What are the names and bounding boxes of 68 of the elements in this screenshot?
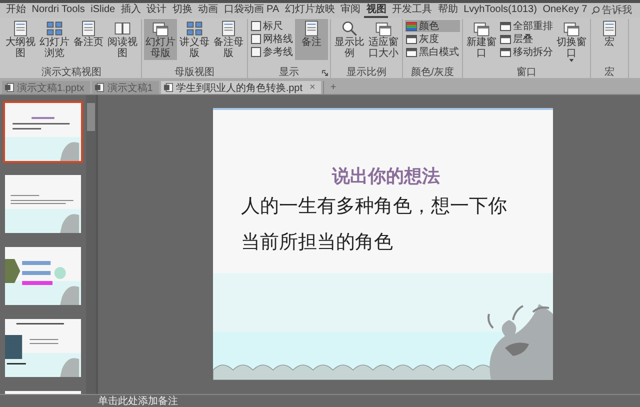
group-label: 演示文稿视图: [42, 66, 102, 79]
ribbon-tab[interactable]: 开始: [4, 3, 28, 18]
checkbox[interactable]: 标尺: [250, 20, 294, 32]
document-tab[interactable]: 学生到职业人的角色转换.ppt ×: [160, 81, 322, 94]
page-icon: [12, 20, 29, 37]
group-label: 窗口: [516, 66, 536, 79]
group-label: 颜色/灰度: [411, 66, 454, 79]
grid-icon: [186, 20, 203, 37]
ribbon-button[interactable]: 备注: [295, 19, 328, 60]
notes-field[interactable]: 单击此处添加备注: [98, 395, 218, 407]
close-button[interactable]: ×: [310, 82, 316, 93]
ribbon-button[interactable]: 显示比例: [333, 19, 366, 60]
group-label: 母版视图: [174, 66, 214, 79]
ribbon-button[interactable]: 备注页: [72, 19, 105, 60]
slide-thumbnail[interactable]: [3, 245, 83, 307]
ribbon-button[interactable]: 全部重排: [499, 20, 554, 32]
ribbon-tab[interactable]: 审阅: [338, 3, 363, 18]
slide-title: 说出你的想法: [330, 165, 441, 188]
scrollbar[interactable]: [86, 95, 96, 394]
group-label: 显示: [279, 66, 299, 79]
ribbon-button[interactable]: 移动拆分: [499, 46, 554, 58]
page-icon: [601, 20, 618, 37]
ribbon-button[interactable]: 颜色: [405, 20, 460, 32]
group-label: 宏: [604, 66, 614, 79]
ribbon-button[interactable]: 适应窗口大小: [367, 19, 400, 60]
ribbon-tab[interactable]: 动画: [196, 3, 220, 18]
dialog-launcher-icon[interactable]: [322, 70, 328, 76]
ribbon-tab[interactable]: 插入: [118, 3, 143, 18]
slide-thumbnail[interactable]: [3, 101, 83, 163]
ribbon-button[interactable]: 黑白模式: [405, 46, 460, 58]
page-icon: [220, 20, 237, 37]
ribbon-button[interactable]: 讲义母版: [178, 19, 211, 60]
ribbon-button[interactable]: 新建窗口: [465, 19, 498, 60]
ribbon-button[interactable]: 幻灯片浏览: [38, 19, 71, 60]
ribbon-button[interactable]: 备注母版: [212, 19, 245, 60]
ribbon-button[interactable]: 切换窗口: [555, 19, 588, 62]
document-icon: [95, 83, 104, 92]
grid-icon: [46, 20, 63, 37]
ribbon-tab[interactable]: 设计: [144, 3, 169, 18]
ribbon-button[interactable]: 层叠: [499, 33, 554, 45]
ribbon-button[interactable]: 阅读视图: [106, 19, 139, 60]
ribbon-tab[interactable]: 切换: [170, 3, 194, 18]
slide-thumbnail[interactable]: [3, 317, 83, 379]
ribbon-button[interactable]: 大纲视图: [4, 19, 37, 60]
slide-body-text: 人的一生有多种角色，想一下你当前所担当的角色: [241, 194, 508, 255]
book-icon: [114, 20, 131, 37]
ribbon-button[interactable]: 幻灯片母版: [144, 19, 177, 60]
ribbon-tab[interactable]: iSlide: [88, 3, 118, 18]
checkbox[interactable]: 网格线: [250, 33, 294, 45]
ribbon-tab[interactable]: 帮助: [436, 3, 460, 18]
ribbon-tab[interactable]: 幻灯片放映: [282, 3, 337, 18]
ribbon-tab[interactable]: Nordri Tools: [30, 3, 87, 18]
ribbon-button[interactable]: 灰度: [405, 33, 460, 45]
search-icon: [590, 6, 600, 15]
slide-thumbnail[interactable]: [3, 173, 83, 235]
document-icon: [5, 83, 14, 92]
search-field[interactable]: 告诉我: [590, 5, 636, 16]
page-icon: [303, 20, 320, 37]
page-icon: [80, 20, 97, 37]
checkbox[interactable]: 参考线: [250, 46, 294, 58]
ribbon-button[interactable]: 宏: [593, 19, 626, 60]
document-icon: [164, 83, 173, 92]
ribbon-tab[interactable]: 开发工具: [390, 3, 434, 18]
group-label: 显示比例: [346, 66, 386, 79]
magnifier-icon: [341, 20, 358, 37]
ribbon-tab[interactable]: 口袋动画 PA: [222, 3, 282, 18]
ribbon-tab[interactable]: OneKey 7: [540, 3, 590, 18]
ribbon-tab[interactable]: LvyhTools(1013): [462, 3, 539, 18]
